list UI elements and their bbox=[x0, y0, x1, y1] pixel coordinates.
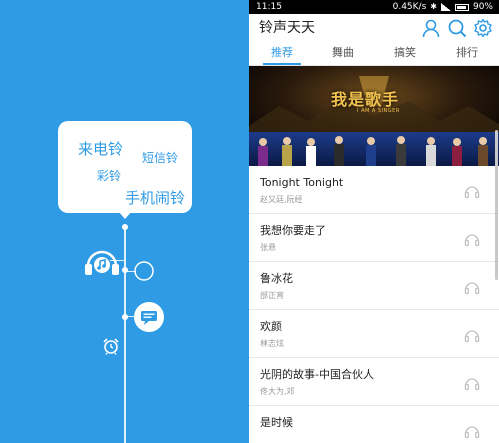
song-row[interactable]: Tonight Tonight 赵又廷,阮经 bbox=[249, 166, 499, 214]
timeline-dot bbox=[122, 314, 128, 320]
gear-icon[interactable] bbox=[473, 18, 493, 38]
battery-icon bbox=[454, 3, 469, 11]
bubble-word-sms-ringtone: 短信铃 bbox=[142, 151, 179, 165]
headphone-play-icon[interactable] bbox=[464, 327, 480, 343]
bubble-word-incoming-ringtone: 来电铃 bbox=[78, 140, 124, 158]
song-row[interactable]: 光阴的故事-中国合伙人 佟大为,邓 bbox=[249, 358, 499, 406]
song-artist: 林志炫 bbox=[260, 339, 284, 348]
banner-logo-text: 我是歌手 bbox=[331, 90, 400, 109]
banner-image bbox=[249, 66, 499, 166]
tab-recommend[interactable]: 推荐 bbox=[257, 43, 307, 65]
tab-ranking[interactable]: 排行 bbox=[442, 43, 492, 65]
banner-logo-subtext: I AM A SINGER bbox=[357, 108, 400, 114]
timeline-dot bbox=[122, 267, 128, 273]
bubble-word-alarm-ringtone: 手机闹铃 bbox=[125, 189, 186, 207]
phone-screen: 11:15 0.45K/s ✱ 90% 铃声天天 推荐 舞曲 搞笑 排行 我是歌… bbox=[249, 0, 499, 443]
song-title: 是时候 bbox=[260, 416, 293, 429]
signal-icon bbox=[440, 3, 451, 11]
alarm-clock-icon bbox=[103, 338, 119, 355]
song-artist: 佟大为,邓 bbox=[260, 387, 295, 396]
song-artist: 张悬 bbox=[260, 243, 276, 252]
headphone-play-icon[interactable] bbox=[464, 279, 480, 295]
headphone-play-icon[interactable] bbox=[464, 183, 480, 199]
headphone-play-icon[interactable] bbox=[464, 423, 480, 439]
song-title: 我想你要走了 bbox=[260, 224, 326, 237]
song-row[interactable]: 是时候 bbox=[249, 406, 499, 443]
song-title: 欢颜 bbox=[260, 320, 282, 333]
song-title: Tonight Tonight bbox=[260, 176, 344, 189]
search-icon[interactable] bbox=[447, 18, 467, 38]
song-row[interactable]: 我想你要走了 张悬 bbox=[249, 214, 499, 262]
speech-bubble: 来电铃 短信铃 彩铃 手机闹铃 bbox=[58, 121, 192, 213]
status-indicators: 0.45K/s ✱ 90% bbox=[393, 0, 493, 14]
app-title: 铃声天天 bbox=[259, 20, 315, 36]
song-row[interactable]: 欢颜 林志炫 bbox=[249, 310, 499, 358]
status-bar: 11:15 0.45K/s ✱ 90% bbox=[249, 0, 499, 14]
timeline-line bbox=[124, 226, 126, 443]
song-list: Tonight Tonight 赵又廷,阮经 我想你要走了 张悬 鲁冰花 邰正宵 bbox=[249, 166, 499, 443]
tab-funny[interactable]: 搞笑 bbox=[380, 43, 430, 65]
user-icon[interactable] bbox=[421, 18, 441, 38]
moon-icon bbox=[134, 261, 154, 281]
message-icon bbox=[134, 302, 164, 332]
app-header: 铃声天天 bbox=[249, 14, 499, 43]
scrollbar[interactable] bbox=[495, 130, 498, 280]
song-artist: 赵又廷,阮经 bbox=[260, 195, 303, 204]
song-artist: 邰正宵 bbox=[260, 291, 284, 300]
battery-percent: 90% bbox=[472, 2, 493, 12]
speech-bubble-tail bbox=[118, 211, 132, 219]
status-time: 11:15 bbox=[256, 2, 282, 12]
headphone-play-icon[interactable] bbox=[464, 375, 480, 391]
headphones-icon bbox=[85, 250, 119, 275]
category-tabs: 推荐 舞曲 搞笑 排行 bbox=[249, 43, 499, 66]
promo-panel: 来电铃 短信铃 彩铃 手机闹铃 bbox=[0, 0, 249, 443]
song-title: 光阴的故事-中国合伙人 bbox=[260, 368, 374, 381]
tab-dance[interactable]: 舞曲 bbox=[318, 43, 368, 65]
bluetooth-icon: ✱ bbox=[430, 2, 437, 11]
network-speed: 0.45K/s bbox=[392, 2, 427, 12]
bubble-word-color-ringtone: 彩铃 bbox=[97, 169, 122, 183]
promo-banner[interactable]: 我是歌手 I AM A SINGER bbox=[249, 66, 499, 166]
headphone-play-icon[interactable] bbox=[464, 231, 480, 247]
timeline-dot bbox=[122, 224, 128, 230]
song-title: 鲁冰花 bbox=[260, 272, 293, 285]
song-row[interactable]: 鲁冰花 邰正宵 bbox=[249, 262, 499, 310]
